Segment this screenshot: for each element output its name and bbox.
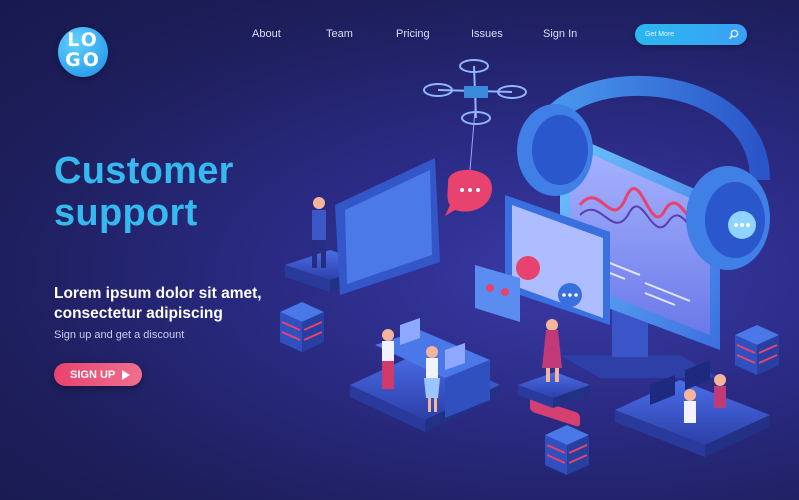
search-bar[interactable]	[635, 24, 747, 45]
hero-subtitle: Lorem ipsum dolor sit amet, consectetur …	[54, 284, 262, 324]
hero-title-line-2: support	[54, 192, 198, 234]
landing-page: LO GO About Team Pricing Issues Sign In …	[0, 0, 799, 500]
hero-subtitle-line-2: consectetur adipiscing	[54, 305, 223, 322]
search-input[interactable]	[645, 28, 725, 41]
logo[interactable]: LO GO	[58, 27, 108, 77]
play-arrow-icon	[122, 370, 130, 380]
server-stack-bottom	[545, 425, 589, 475]
customer-support-illustration	[280, 59, 779, 475]
person-operator-1	[382, 329, 394, 389]
sign-up-button[interactable]: SIGN UP	[54, 363, 142, 386]
logo-text: LO GO	[65, 29, 101, 71]
nav-issues[interactable]: Issues	[471, 28, 503, 40]
server-stack-left	[280, 302, 324, 352]
server-stack-right	[735, 325, 779, 375]
sign-up-label: SIGN UP	[70, 369, 116, 381]
chat-bubble-icon	[445, 169, 492, 216]
hero-title: Customer support	[54, 150, 234, 234]
nav-about[interactable]: About	[252, 28, 281, 40]
person-worker-1	[684, 389, 696, 423]
nav-team[interactable]: Team	[326, 28, 353, 40]
nav-sign-in[interactable]: Sign In	[543, 28, 577, 40]
search-icon[interactable]	[728, 29, 739, 40]
hero-subtitle-line-1: Lorem ipsum dolor sit amet,	[54, 285, 262, 302]
hero-note: Sign up and get a discount	[54, 329, 185, 341]
person-woman	[542, 319, 562, 382]
person-worker-2	[714, 374, 726, 408]
hero-title-line-1: Customer	[54, 150, 234, 192]
nav-pricing[interactable]: Pricing	[396, 28, 430, 40]
